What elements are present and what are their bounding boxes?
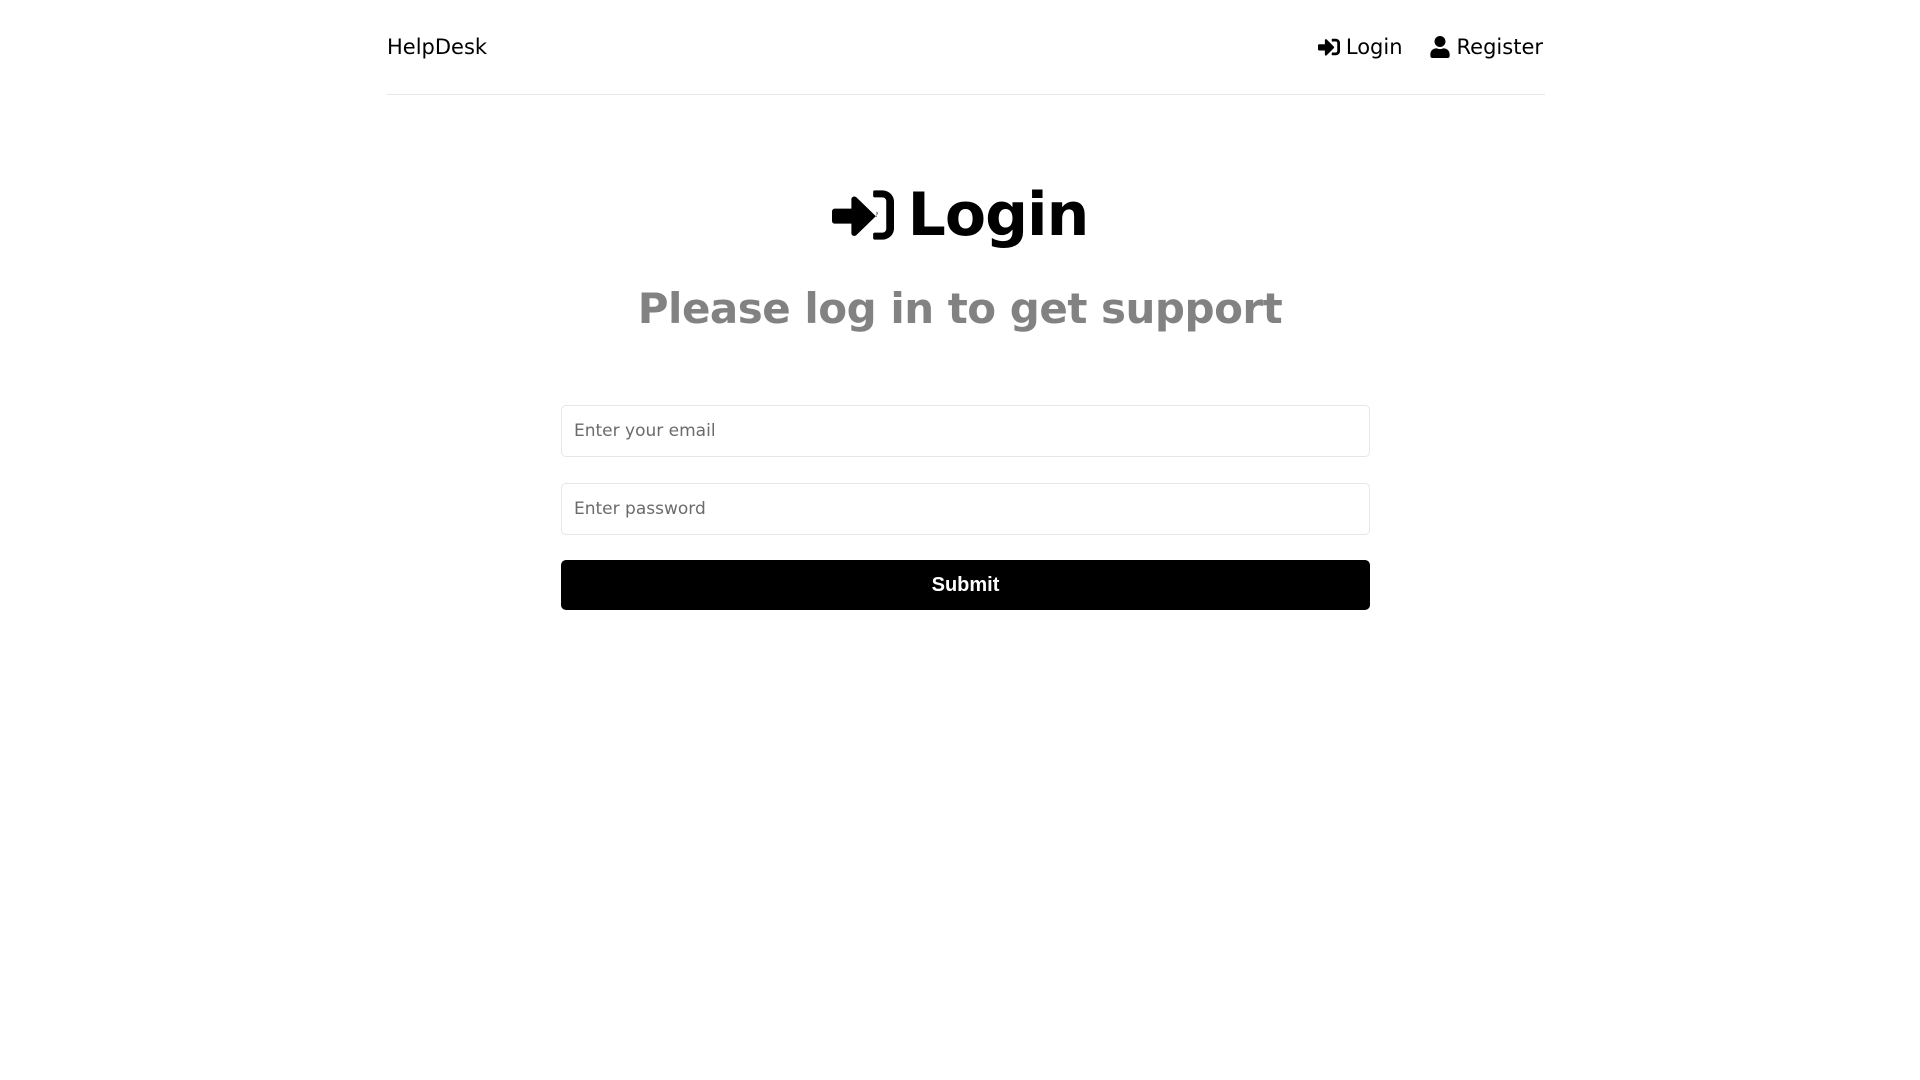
nav-register-link[interactable]: Register bbox=[1429, 34, 1543, 60]
user-icon bbox=[1429, 36, 1451, 58]
password-field[interactable] bbox=[561, 483, 1370, 535]
brand-link[interactable]: HelpDesk bbox=[387, 34, 487, 60]
email-form-group bbox=[561, 405, 1370, 457]
password-form-group bbox=[561, 483, 1370, 535]
submit-button[interactable]: Submit bbox=[561, 560, 1370, 610]
nav-login-label: Login bbox=[1345, 35, 1403, 59]
email-field[interactable] bbox=[561, 405, 1370, 457]
nav-login-link[interactable]: Login bbox=[1317, 34, 1403, 60]
page-title: Login bbox=[907, 180, 1090, 250]
sign-in-icon bbox=[1317, 36, 1340, 58]
top-nav: Login Register bbox=[1317, 34, 1543, 60]
sign-in-icon bbox=[831, 188, 894, 242]
page-heading: Login bbox=[0, 175, 1920, 255]
login-form: Submit bbox=[561, 405, 1370, 610]
page-subtitle: Please log in to get support bbox=[637, 284, 1283, 333]
nav-register-label: Register bbox=[1456, 35, 1543, 59]
site-header: HelpDesk Login Register bbox=[387, 0, 1545, 95]
